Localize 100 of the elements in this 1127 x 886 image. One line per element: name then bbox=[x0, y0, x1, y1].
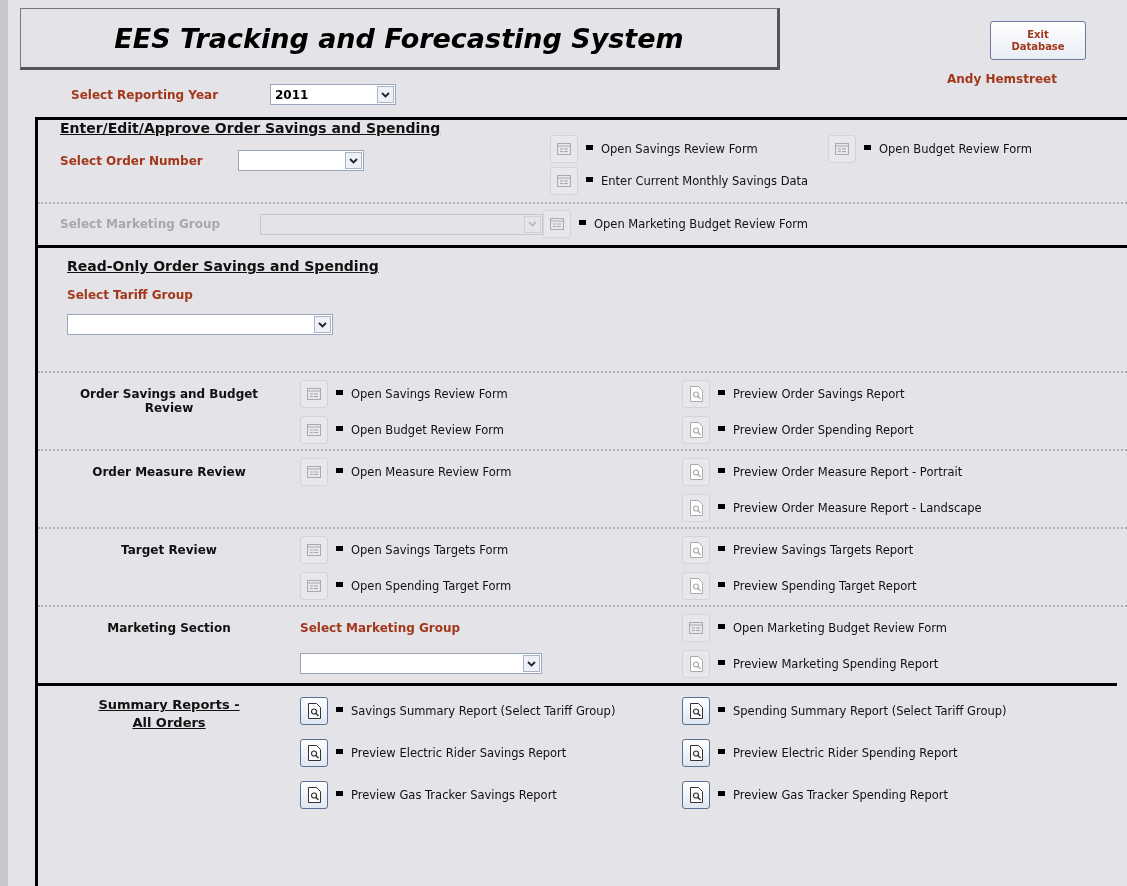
dropdown-field[interactable] bbox=[300, 653, 542, 674]
app-title: EES Tracking and Forecasting System bbox=[20, 8, 780, 70]
group-title: Target Review bbox=[120, 542, 218, 557]
action-label[interactable]: Open Marketing Budget Review Form bbox=[594, 217, 808, 231]
bullet-icon bbox=[718, 503, 725, 509]
chevron-down-icon bbox=[381, 91, 390, 98]
field-label: Select Reporting Year bbox=[71, 87, 220, 102]
action-button[interactable] bbox=[682, 781, 710, 809]
bullet-icon bbox=[336, 467, 343, 473]
bullet-icon bbox=[579, 219, 586, 225]
dropdown-field[interactable]: 2011 bbox=[270, 84, 396, 105]
form-icon bbox=[557, 175, 571, 187]
bullet-icon bbox=[336, 581, 343, 587]
report-preview-icon bbox=[689, 500, 703, 516]
report-preview-icon bbox=[689, 745, 703, 761]
action-label[interactable]: Open Savings Review Form bbox=[351, 387, 508, 401]
action-label[interactable]: Open Budget Review Form bbox=[351, 423, 505, 437]
bullet-icon bbox=[718, 581, 725, 587]
action-button[interactable] bbox=[682, 697, 710, 725]
section-heading: Summary Reports - All Orders bbox=[97, 696, 241, 733]
action-label[interactable]: Open Savings Review Form bbox=[601, 142, 758, 156]
dropdown-field[interactable] bbox=[67, 314, 333, 335]
form-icon bbox=[307, 544, 321, 556]
field-label: Select Marketing Group bbox=[300, 621, 461, 635]
action-label[interactable]: Savings Summary Report (Select Tariff Group) bbox=[351, 704, 616, 718]
form-icon bbox=[307, 388, 321, 400]
report-preview-icon bbox=[307, 745, 321, 761]
action-label[interactable]: Open Budget Review Form bbox=[879, 142, 1033, 156]
chevron-down-icon bbox=[349, 157, 358, 164]
action-label[interactable]: Spending Summary Report (Select Tariff Group) bbox=[733, 704, 1007, 718]
action-button[interactable] bbox=[300, 697, 328, 725]
action-label[interactable]: Preview Order Measure Report - Portrait bbox=[733, 465, 963, 479]
bullet-icon bbox=[336, 425, 343, 431]
group-title: Order Savings and Budget Review bbox=[78, 386, 260, 415]
report-preview-icon bbox=[307, 787, 321, 803]
dropdown-field[interactable] bbox=[238, 150, 364, 171]
bullet-icon bbox=[864, 144, 871, 150]
bullet-icon bbox=[718, 706, 725, 712]
field-label: Select Marketing Group bbox=[60, 217, 222, 231]
action-label[interactable]: Preview Marketing Spending Report bbox=[733, 657, 939, 671]
action-label[interactable]: Enter Current Monthly Savings Data bbox=[601, 174, 809, 188]
action-label[interactable]: Open Savings Targets Form bbox=[351, 543, 509, 557]
chevron-down-icon bbox=[527, 660, 536, 667]
form-icon bbox=[557, 143, 571, 155]
report-preview-icon bbox=[689, 656, 703, 672]
section-heading: Read-Only Order Savings and Spending bbox=[67, 258, 380, 274]
bullet-icon bbox=[336, 748, 343, 754]
bullet-icon bbox=[718, 790, 725, 796]
field-label: Select Order Number bbox=[60, 153, 204, 168]
bullet-icon bbox=[586, 176, 593, 182]
bullet-icon bbox=[336, 790, 343, 796]
chevron-down-icon bbox=[528, 221, 537, 227]
chevron-down-icon bbox=[318, 321, 327, 328]
group-title: Marketing Section bbox=[106, 620, 232, 635]
action-label[interactable]: Preview Electric Rider Spending Report bbox=[733, 746, 958, 760]
report-preview-icon bbox=[689, 578, 703, 594]
dropdown-value: 2011 bbox=[275, 87, 309, 102]
bullet-icon bbox=[336, 389, 343, 395]
user-name: Andy Hemstreet bbox=[947, 72, 1057, 86]
action-label[interactable]: Open Marketing Budget Review Form bbox=[733, 621, 947, 635]
bullet-icon bbox=[718, 623, 725, 629]
action-label[interactable]: Preview Order Spending Report bbox=[733, 423, 914, 437]
bullet-icon bbox=[718, 748, 725, 754]
bullet-icon bbox=[718, 659, 725, 665]
form-icon bbox=[307, 424, 321, 436]
action-label[interactable]: Preview Gas Tracker Savings Report bbox=[351, 788, 557, 802]
exit-button[interactable]: Exit Database bbox=[990, 21, 1086, 60]
action-label[interactable]: Open Spending Target Form bbox=[351, 579, 512, 593]
action-label[interactable]: Preview Savings Targets Report bbox=[733, 543, 914, 557]
bullet-icon bbox=[718, 467, 725, 473]
report-preview-icon bbox=[307, 703, 321, 719]
bullet-icon bbox=[336, 706, 343, 712]
bullet-icon bbox=[586, 144, 593, 150]
action-label[interactable]: Open Measure Review Form bbox=[351, 465, 512, 479]
form-icon bbox=[550, 218, 564, 230]
form-icon bbox=[835, 143, 849, 155]
bullet-icon bbox=[718, 545, 725, 551]
bullet-icon bbox=[336, 545, 343, 551]
action-label[interactable]: Preview Order Measure Report - Landscape bbox=[733, 501, 982, 515]
form-icon bbox=[307, 466, 321, 478]
action-button[interactable] bbox=[300, 781, 328, 809]
group-title: Order Measure Review bbox=[91, 464, 247, 479]
section-heading: Enter/Edit/Approve Order Savings and Spending bbox=[60, 120, 441, 136]
bullet-icon bbox=[718, 389, 725, 395]
report-preview-icon bbox=[689, 386, 703, 402]
report-preview-icon bbox=[689, 787, 703, 803]
action-button[interactable] bbox=[300, 739, 328, 767]
action-label[interactable]: Preview Spending Target Report bbox=[733, 579, 917, 593]
form-icon bbox=[689, 622, 703, 634]
report-preview-icon bbox=[689, 422, 703, 438]
field-label: Select Tariff Group bbox=[67, 288, 194, 302]
action-label[interactable]: Preview Order Savings Report bbox=[733, 387, 905, 401]
action-label[interactable]: Preview Gas Tracker Spending Report bbox=[733, 788, 948, 802]
form-icon bbox=[307, 580, 321, 592]
report-preview-icon bbox=[689, 542, 703, 558]
action-button[interactable] bbox=[682, 739, 710, 767]
report-preview-icon bbox=[689, 703, 703, 719]
bullet-icon bbox=[718, 425, 725, 431]
report-preview-icon bbox=[689, 464, 703, 480]
action-label[interactable]: Preview Electric Rider Savings Report bbox=[351, 746, 567, 760]
